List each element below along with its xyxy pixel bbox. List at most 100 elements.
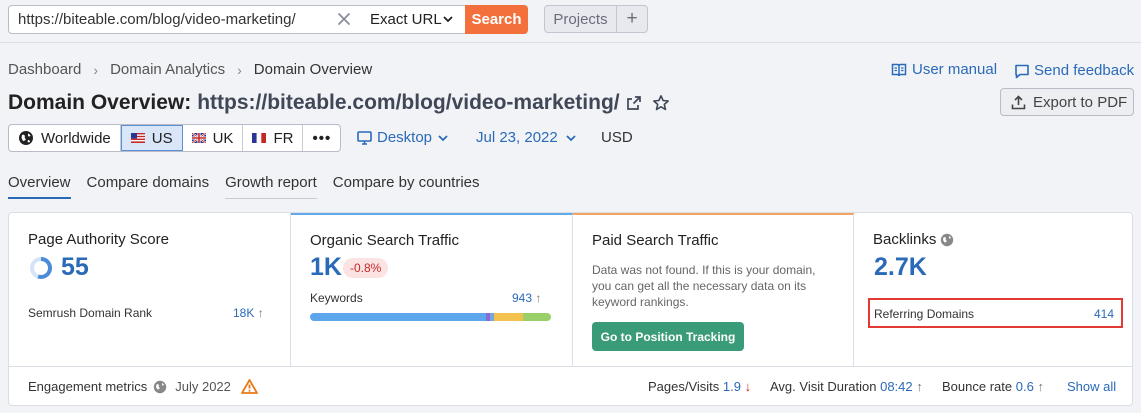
pages-visits-metric: Pages/Visits 1.9 ↓ — [648, 379, 751, 394]
upload-icon — [1011, 94, 1026, 110]
organic-change-badge: -0.8% — [343, 258, 389, 278]
organic-traffic-card: Organic Search Traffic 1K -0.8% Keywords… — [291, 213, 573, 366]
visit-duration-metric: Avg. Visit Duration 08:42 ↑ — [770, 379, 923, 394]
star-icon[interactable] — [652, 94, 670, 112]
send-feedback-link[interactable]: Send feedback — [1014, 62, 1134, 79]
send-feedback-label: Send feedback — [1034, 62, 1135, 79]
bar-segment-yellow — [494, 313, 523, 321]
export-pdf-button[interactable]: Export to PDF — [1000, 88, 1134, 116]
database-selector: Worldwide US UK FR ••• — [8, 124, 342, 152]
external-link-icon[interactable] — [626, 95, 642, 111]
show-all-link[interactable]: Show all — [1067, 379, 1116, 394]
engagement-label: Engagement metrics — [28, 379, 148, 394]
db-label-uk: UK — [212, 129, 234, 147]
paid-traffic-card: Paid Search Traffic Data was not found. … — [573, 213, 854, 366]
date-value: Jul 23, 2022 — [476, 129, 558, 146]
domain-rank-label: Semrush Domain Rank — [28, 306, 153, 320]
pages-visits-label: Pages/Visits — [648, 379, 720, 394]
backlinks-title: Backlinks — [873, 231, 937, 248]
globe-icon — [18, 130, 34, 146]
add-project-button[interactable]: + — [616, 5, 648, 33]
chevron-down-icon — [565, 132, 577, 144]
search-button[interactable]: Search — [465, 5, 528, 34]
organic-title: Organic Search Traffic — [310, 232, 459, 249]
breadcrumb-domain-analytics[interactable]: Domain Analytics — [110, 61, 225, 78]
domain-rank-number: 18K — [233, 306, 255, 320]
organic-traffic-value[interactable]: 1K — [310, 253, 342, 282]
page-tabs: Overview Compare domains Growth report C… — [8, 174, 496, 199]
match-type-value: Exact URL — [370, 11, 442, 28]
db-label-fr: FR — [273, 129, 294, 147]
engagement-label-group: Engagement metrics July 2022 — [28, 379, 258, 394]
fr-flag-icon — [252, 133, 267, 143]
authority-score-value[interactable]: 55 — [61, 253, 89, 282]
bar-segment-blue — [310, 313, 486, 321]
globe-icon — [940, 233, 954, 247]
chevron-down-icon — [441, 12, 455, 26]
go-to-position-tracking-button[interactable]: Go to Position Tracking — [592, 322, 744, 351]
pages-visits-value[interactable]: 1.9 — [723, 379, 741, 394]
db-label-us: US — [151, 129, 173, 147]
db-tab-us[interactable]: US — [120, 125, 183, 151]
backlinks-value[interactable]: 2.7K — [874, 253, 927, 282]
keywords-label: Keywords — [310, 291, 363, 305]
engagement-date: July 2022 — [175, 379, 231, 394]
chevron-down-icon — [437, 132, 449, 144]
keyword-distribution-bar — [310, 313, 551, 321]
tab-overview[interactable]: Overview — [8, 174, 71, 199]
projects-button[interactable]: Projects — [544, 5, 617, 33]
overview-cards: Page Authority Score 55 Semrush Domain R… — [8, 212, 1133, 406]
backlinks-card: Backlinks 2.7K Referring Domains 414 — [854, 213, 1132, 366]
url-search-input[interactable]: https://biteable.com/blog/video-marketin… — [8, 5, 363, 34]
authority-score-ring-icon — [29, 256, 53, 280]
bounce-rate-value[interactable]: 0.6 — [1016, 379, 1034, 394]
tab-growth-report[interactable]: Growth report — [225, 174, 317, 199]
domain-rank-value[interactable]: 18K ↑ — [233, 306, 264, 320]
backlinks-title-row: Backlinks — [873, 231, 954, 248]
authority-card: Page Authority Score 55 Semrush Domain R… — [9, 213, 291, 366]
page-title: Domain Overview: https://biteable.com/bl… — [8, 91, 670, 115]
engagement-metrics-row: Engagement metrics July 2022 Pages/Visit… — [9, 366, 1132, 406]
more-icon: ••• — [312, 129, 332, 147]
arrow-up-icon: ↑ — [535, 291, 542, 305]
book-icon — [891, 62, 907, 78]
arrow-up-icon: ↑ — [916, 379, 923, 394]
warning-icon[interactable] — [240, 379, 258, 394]
visit-duration-value[interactable]: 08:42 — [880, 379, 913, 394]
user-manual-label: User manual — [912, 61, 998, 78]
globe-icon — [153, 380, 167, 394]
date-select[interactable]: Jul 23, 2022 — [476, 129, 577, 146]
db-label-worldwide: Worldwide — [41, 129, 111, 147]
tab-compare-domains[interactable]: Compare domains — [87, 174, 210, 199]
keywords-value[interactable]: 943 ↑ — [512, 291, 541, 305]
db-tab-uk[interactable]: UK — [183, 125, 244, 151]
breadcrumb-domain-overview: Domain Overview — [253, 61, 373, 78]
referring-domains-label: Referring Domains — [874, 307, 975, 321]
chevron-right-icon: › — [93, 61, 99, 78]
us-flag-icon — [130, 133, 145, 143]
bounce-rate-metric: Bounce rate 0.6 ↑ — [942, 379, 1044, 394]
clear-icon[interactable] — [334, 9, 354, 29]
arrow-down-icon: ↓ — [744, 379, 752, 394]
chevron-right-icon: › — [237, 61, 242, 78]
device-value: Desktop — [377, 129, 433, 146]
more-databases-button[interactable]: ••• — [303, 125, 340, 151]
breadcrumb-dashboard[interactable]: Dashboard — [8, 61, 81, 78]
device-select[interactable]: Desktop — [357, 129, 449, 146]
keywords-number: 943 — [512, 291, 533, 305]
db-tab-fr[interactable]: FR — [243, 125, 304, 151]
bounce-rate-label: Bounce rate — [942, 379, 1013, 394]
breadcrumb: Dashboard › Domain Analytics › Domain Ov… — [8, 61, 372, 78]
page-title-prefix: Domain Overview: — [8, 91, 192, 114]
uk-flag-icon — [191, 133, 206, 143]
paid-no-data-message: Data was not found. If this is your doma… — [592, 263, 816, 309]
tab-compare-by-countries[interactable]: Compare by countries — [333, 174, 480, 199]
user-manual-link[interactable]: User manual — [891, 61, 997, 78]
referring-domains-value[interactable]: 414 — [1094, 307, 1114, 321]
arrow-up-icon: ↑ — [1037, 379, 1044, 394]
db-tab-worldwide[interactable]: Worldwide — [9, 125, 121, 151]
page-title-domain: https://biteable.com/blog/video-marketin… — [197, 91, 620, 114]
desktop-icon — [357, 130, 372, 145]
visit-duration-label: Avg. Visit Duration — [770, 379, 877, 394]
currency-label: USD — [601, 129, 633, 146]
